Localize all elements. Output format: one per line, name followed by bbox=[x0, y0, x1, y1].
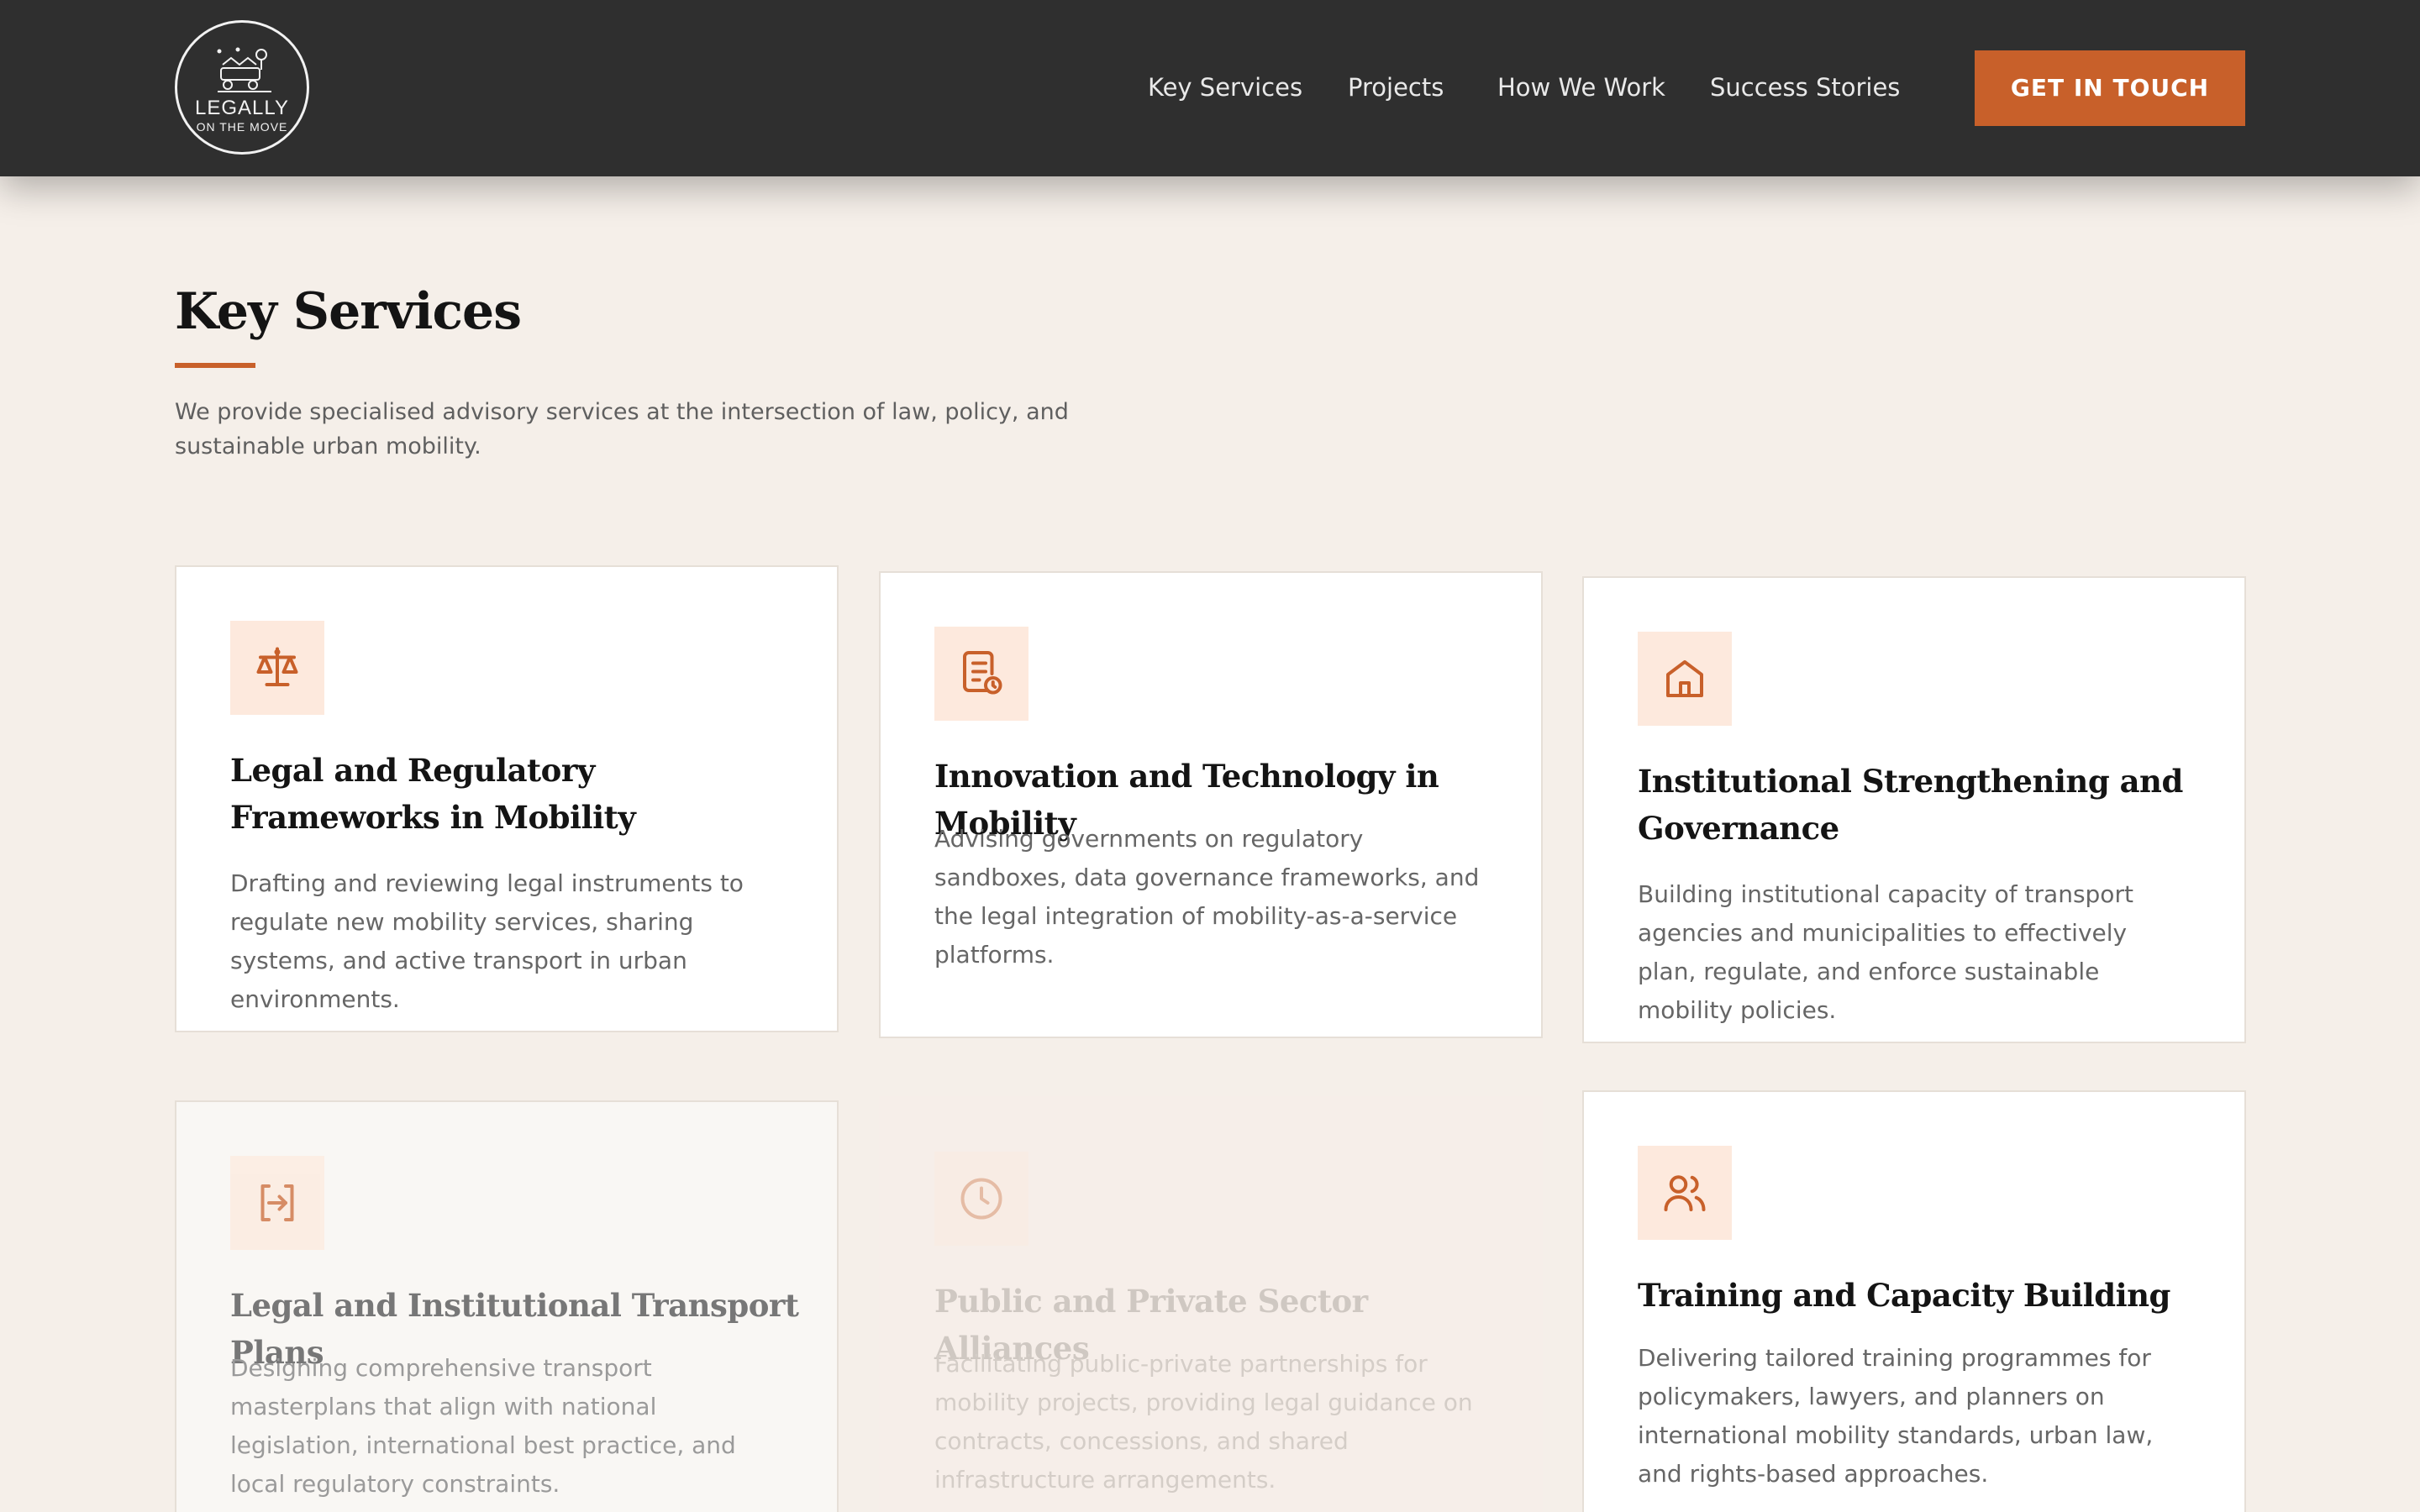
nav-link-key-services[interactable]: Key Services bbox=[1148, 71, 1302, 104]
clock-icon bbox=[960, 1178, 1002, 1220]
site-header: LEGALLY ON THE MOVE Key Services Project… bbox=[0, 0, 2420, 176]
service-description: Advising governments on regulatory sandb… bbox=[934, 825, 1480, 969]
service-title: Training and Capacity Building bbox=[1638, 1277, 2170, 1314]
service-card[interactable]: Innovation and Technology in Mobility Ad… bbox=[879, 571, 1543, 1038]
brand-logo[interactable]: LEGALLY ON THE MOVE bbox=[175, 20, 309, 155]
scooter-logo-icon bbox=[217, 47, 271, 92]
section-title: Key Services bbox=[175, 282, 522, 341]
service-icon-tile bbox=[934, 1152, 1028, 1246]
service-description: Facilitating public-private partnerships… bbox=[934, 1350, 1473, 1494]
service-description: Designing comprehensive transport master… bbox=[230, 1354, 736, 1498]
building-icon bbox=[1666, 660, 1703, 697]
service-card[interactable]: Institutional Strengthening and Governan… bbox=[1582, 576, 2246, 1043]
service-icon-tile bbox=[1638, 1146, 1732, 1240]
nav-link-projects[interactable]: Projects bbox=[1348, 71, 1444, 104]
nav-link-how-we-work[interactable]: How We Work bbox=[1497, 71, 1665, 104]
service-title: Legal and Regulatory Frameworks in Mobil… bbox=[230, 752, 636, 836]
service-description: Building institutional capacity of trans… bbox=[1638, 880, 2133, 1024]
service-icon-tile bbox=[230, 1156, 324, 1250]
title-underline bbox=[175, 363, 255, 368]
people-icon bbox=[1664, 1175, 1706, 1211]
service-description: Delivering tailored training programmes … bbox=[1638, 1344, 2154, 1488]
service-icon-tile bbox=[230, 621, 324, 715]
scales-icon bbox=[256, 647, 298, 686]
service-icon-tile bbox=[934, 627, 1028, 721]
service-card[interactable]: Legal and Regulatory Frameworks in Mobil… bbox=[175, 565, 839, 1032]
service-card[interactable]: Public and Private Sector Alliances Faci… bbox=[879, 1096, 1543, 1512]
service-title: Institutional Strengthening and Governan… bbox=[1638, 763, 2183, 847]
document-clock-icon bbox=[963, 651, 1002, 695]
service-card[interactable]: Legal and Institutional Transport Plans … bbox=[175, 1100, 839, 1512]
arrow-in-box-icon bbox=[260, 1184, 294, 1221]
get-in-touch-button[interactable]: GET IN TOUCH bbox=[1975, 50, 2245, 126]
service-card[interactable]: Training and Capacity Building Deliverin… bbox=[1582, 1090, 2246, 1512]
section-description: We provide specialised advisory services… bbox=[175, 399, 1069, 459]
service-description: Drafting and reviewing legal instruments… bbox=[230, 869, 744, 1013]
service-icon-tile bbox=[1638, 632, 1732, 726]
brand-name: LEGALLY bbox=[195, 97, 289, 119]
nav-link-success-stories[interactable]: Success Stories bbox=[1710, 71, 1900, 104]
brand-tagline: ON THE MOVE bbox=[196, 120, 288, 134]
